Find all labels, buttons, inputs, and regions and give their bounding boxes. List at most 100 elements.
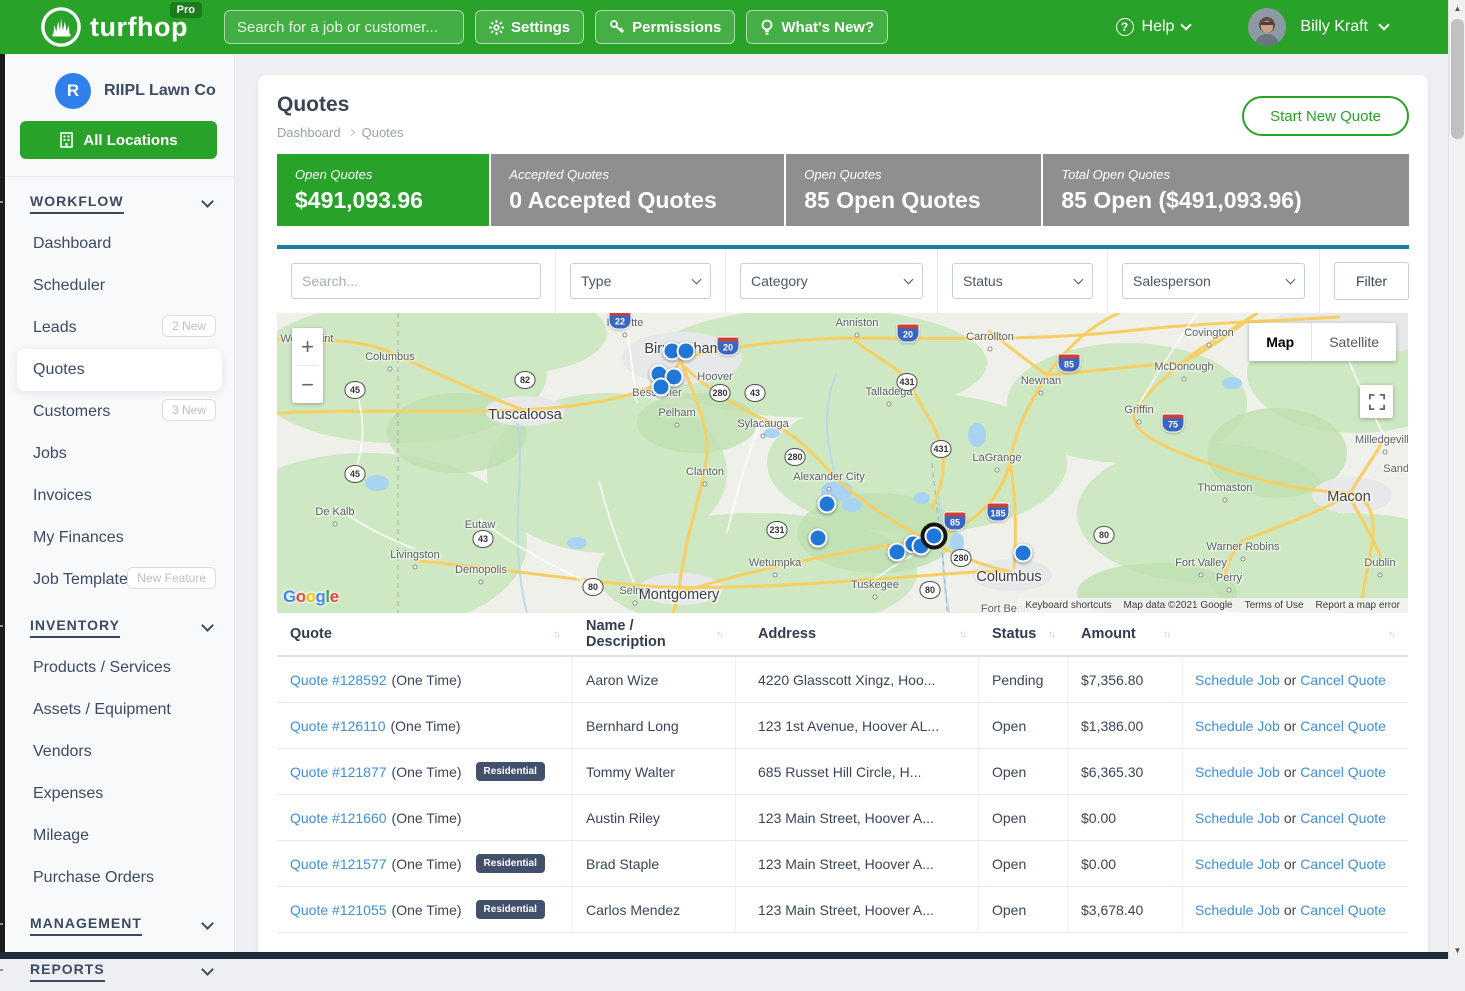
us-route-shield-icon: 43 [473,530,494,548]
cancel-quote-link[interactable]: Cancel Quote [1300,902,1386,918]
chevron-down-icon [1181,19,1192,30]
terms-of-use-link[interactable]: Terms of Use [1245,600,1304,611]
company-avatar[interactable]: R [55,73,91,109]
permissions-button[interactable]: Permissions [595,10,735,44]
column-header-actions[interactable]: ↑↓ [1183,613,1408,655]
sidebar-item-customers[interactable]: Customers 3 New [5,391,234,433]
quote-link[interactable]: Quote #128592 [290,672,387,688]
map-quote-marker[interactable] [652,378,671,397]
map-city-label: Sylacauga [737,418,788,430]
map-canvas[interactable]: FayetteWest PointColumbusAnnistonCarroll… [277,313,1408,613]
vertical-scrollbar[interactable]: ▲ ▼ [1448,0,1465,959]
sidebar-item-products-services[interactable]: Products / Services [5,647,234,689]
sidebar-item-invoices[interactable]: Invoices [5,475,234,517]
stat-accepted-quotes: Accepted Quotes 0 Accepted Quotes [491,154,784,226]
map-city-label: Milledgeville [1355,434,1408,446]
sidebar-item-quotes[interactable]: Quotes [17,349,222,391]
map-city-label: McDonough [1154,361,1213,373]
status-select[interactable]: Status [952,263,1093,299]
user-menu-chevron-icon[interactable] [1378,19,1389,30]
user-avatar[interactable] [1248,8,1286,46]
cancel-quote-link[interactable]: Cancel Quote [1300,764,1386,780]
report-map-error-link[interactable]: Report a map error [1316,600,1400,611]
quote-link[interactable]: Quote #121660 [290,810,387,826]
column-header-status[interactable]: Status↑↓ [979,613,1068,655]
map-attribution: Keyboard shortcuts Map data ©2021 Google… [1017,598,1408,613]
keyboard-shortcuts-link[interactable]: Keyboard shortcuts [1025,600,1111,611]
global-search-input[interactable] [224,10,464,44]
interstate-shield-icon: 185 [986,503,1009,522]
sidebar-item-jobs[interactable]: Jobs [5,433,234,475]
quote-link[interactable]: Quote #126110 [290,718,386,734]
map-city-label: Demopolis [455,564,507,576]
all-locations-button[interactable]: All Locations [20,121,217,159]
sidebar-item-leads[interactable]: Leads 2 New [5,307,234,349]
quote-address: 123 Main Street, Hoover A... [736,887,979,932]
section-workflow[interactable]: WORKFLOW [5,183,234,223]
map-city-label: Warner Robins [1207,541,1280,553]
map-quote-marker[interactable] [677,342,696,361]
quote-link[interactable]: Quote #121055 [290,902,387,918]
start-new-quote-button[interactable]: Start New Quote [1242,96,1409,136]
filter-button[interactable]: Filter [1334,262,1409,300]
cancel-quote-link[interactable]: Cancel Quote [1300,672,1386,688]
sidebar-item-job-templates[interactable]: Job Templates New Feature [5,559,234,601]
schedule-job-link[interactable]: Schedule Job [1195,902,1280,918]
quote-address: 685 Russet Hill Circle, H... [736,749,979,794]
sidebar-item-purchase-orders[interactable]: Purchase Orders [5,857,234,899]
google-logo[interactable]: Google [283,587,339,607]
chevron-down-icon [904,275,914,285]
map-quote-marker[interactable] [1014,544,1033,563]
cancel-quote-link[interactable]: Cancel Quote [1300,856,1386,872]
cancel-quote-link[interactable]: Cancel Quote [1300,810,1386,826]
cancel-quote-link[interactable]: Cancel Quote [1300,718,1386,734]
section-management[interactable]: MANAGEMENT [5,905,234,945]
help-menu[interactable]: ? Help [1116,18,1191,36]
map-city-label: Pelham [658,407,695,419]
scroll-down-arrow[interactable]: ▼ [1449,942,1465,959]
schedule-job-link[interactable]: Schedule Job [1195,672,1280,688]
settings-button[interactable]: Settings [475,10,584,44]
zoom-out-button[interactable]: − [292,366,323,403]
type-select[interactable]: Type [570,263,711,299]
satellite-view-button[interactable]: Satellite [1311,323,1396,361]
column-header-amount[interactable]: Amount↑↓ [1068,613,1183,655]
sidebar-item-scheduler[interactable]: Scheduler [5,265,234,307]
category-select[interactable]: Category [740,263,923,299]
map-quote-marker[interactable] [818,495,837,514]
quote-status: Open [979,841,1068,886]
fullscreen-button[interactable] [1360,385,1393,418]
column-header-name[interactable]: Name / Description↑↓ [573,613,736,655]
breadcrumb-dashboard[interactable]: Dashboard [277,125,341,140]
schedule-job-link[interactable]: Schedule Job [1195,764,1280,780]
schedule-job-link[interactable]: Schedule Job [1195,718,1280,734]
quote-link[interactable]: Quote #121577 [290,856,387,872]
sidebar-item-vendors[interactable]: Vendors [5,731,234,773]
sidebar-item-expenses[interactable]: Expenses [5,773,234,815]
map-view-button[interactable]: Map [1249,323,1311,361]
whats-new-button[interactable]: What's New? [746,10,888,44]
column-header-quote[interactable]: Quote↑↓ [277,613,573,655]
quote-type: (One Time) [391,718,461,734]
schedule-job-link[interactable]: Schedule Job [1195,856,1280,872]
salesperson-select[interactable]: Salesperson [1122,263,1305,299]
zoom-in-button[interactable]: + [292,328,323,365]
top-header: turfhop Pro Settings Permissions What's … [0,0,1448,54]
sidebar: R RIIPL Lawn Co All Locations WORKFLOW D… [5,54,235,952]
sidebar-item-assets-equipment[interactable]: Assets / Equipment [5,689,234,731]
section-inventory[interactable]: INVENTORY [5,607,234,647]
quotes-search-input[interactable] [291,263,541,299]
sidebar-item-mileage[interactable]: Mileage [5,815,234,857]
map-city-label: Anniston [836,317,879,329]
scrollbar-thumb[interactable] [1451,19,1464,139]
column-header-address[interactable]: Address↑↓ [736,613,979,655]
map-quote-marker[interactable] [809,529,828,548]
map-quote-marker[interactable] [925,527,944,546]
schedule-job-link[interactable]: Schedule Job [1195,810,1280,826]
sidebar-item-dashboard[interactable]: Dashboard [5,223,234,265]
scroll-up-arrow[interactable]: ▲ [1449,0,1465,17]
brand-logo[interactable]: turfhop Pro [40,6,188,48]
quote-link[interactable]: Quote #121877 [290,764,387,780]
map-city-dot [773,573,778,578]
sidebar-item-my-finances[interactable]: My Finances [5,517,234,559]
